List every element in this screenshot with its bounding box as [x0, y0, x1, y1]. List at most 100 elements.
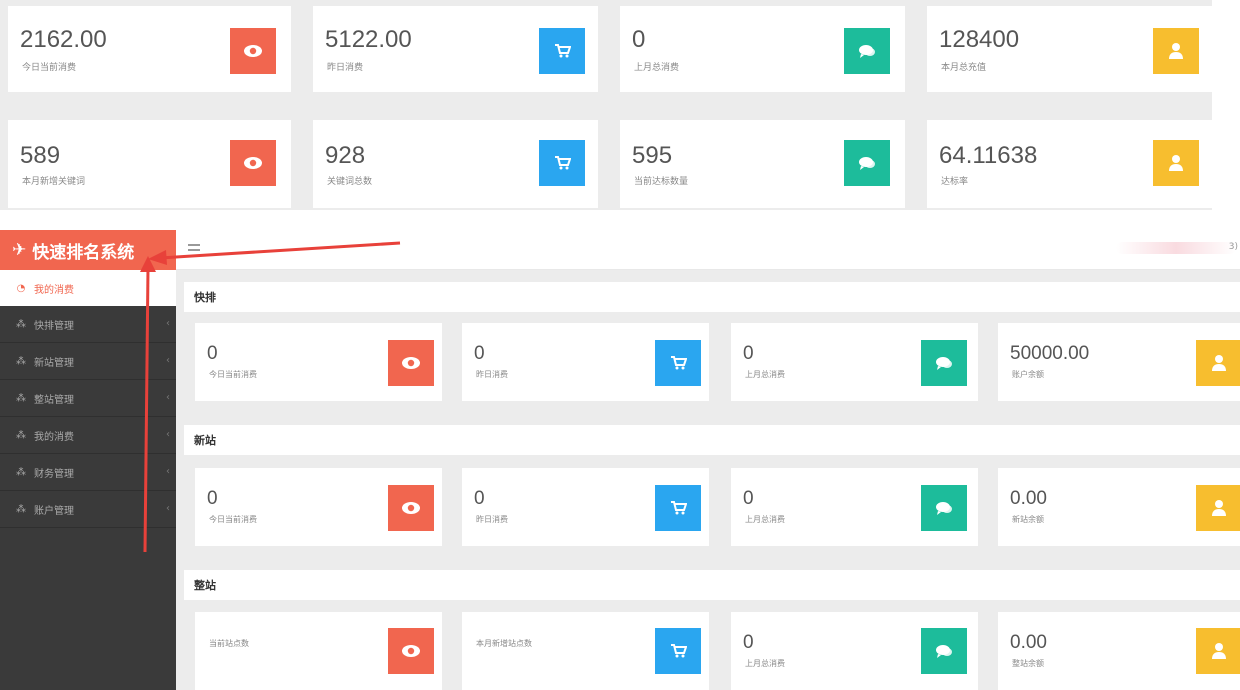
stat-card: 0 昨日消费 [462, 323, 709, 401]
stat-label: 本月新增站点数 [476, 639, 532, 648]
stat-value: 0 [207, 343, 218, 364]
chat-icon [921, 485, 967, 531]
eye-icon [388, 485, 434, 531]
stat-card: 当前站点数 [195, 612, 442, 690]
menu-toggle-icon[interactable] [188, 244, 200, 254]
stat-label: 昨日消费 [476, 370, 508, 379]
stat-label: 新站余额 [1012, 515, 1044, 524]
summary-panel: 2162.00 今日当前消费 5122.00 昨日消费 0 上月总消费 1284… [0, 0, 1212, 210]
stat-label: 上月总消费 [634, 63, 680, 73]
chat-icon [844, 28, 890, 74]
sidebar-item-label: 快排管理 [34, 320, 74, 332]
chevron-left-icon: ‹ [166, 466, 170, 477]
user-icon [1196, 628, 1240, 674]
stat-card: 0 昨日消费 [462, 468, 709, 546]
stat-card: 0 今日当前消费 [195, 468, 442, 546]
stat-label: 上月总消费 [745, 659, 785, 668]
stat-card-month-recharge: 128400 本月总充值 [927, 6, 1212, 92]
sidebar-item-label: 我的消费 [34, 284, 74, 296]
stat-label: 账户余额 [1012, 370, 1044, 379]
chevron-left-icon: ‹ [166, 318, 170, 329]
stat-label: 本月总充值 [941, 63, 987, 73]
stat-card: 0.00 新站余额 [998, 468, 1240, 546]
stat-value: 0 [207, 488, 218, 509]
stat-value: 0 [632, 26, 646, 53]
chevron-left-icon: ‹ [166, 355, 170, 366]
chat-icon [921, 340, 967, 386]
user-info-tail: 3) [1228, 242, 1238, 252]
user-icon [1153, 28, 1199, 74]
stat-card-qualified-count: 595 当前达标数量 [620, 120, 905, 208]
stat-card: 0 今日当前消费 [195, 323, 442, 401]
cart-icon [655, 485, 701, 531]
sidebar-item-label: 整站管理 [34, 394, 74, 406]
section-title-whole-site: 整站 [184, 570, 1240, 600]
dashboard-icon: ◔ [16, 282, 26, 294]
chevron-left-icon: ‹ [166, 503, 170, 514]
stat-value: 928 [325, 142, 366, 169]
stat-card-last-month-consumption: 0 上月总消费 [620, 6, 905, 92]
eye-icon [230, 140, 276, 186]
stat-label: 昨日消费 [327, 63, 364, 73]
sidebar-item-my-consumption[interactable]: ⁂ 我的消费 ‹ [0, 417, 176, 454]
stat-value: 0 [474, 343, 485, 364]
sidebar-item-new-site[interactable]: ⁂ 新站管理 ‹ [0, 343, 176, 380]
main-content: 快排 0 今日当前消费 0 昨日消费 0 上月总消费 50000.00 账户余额… [176, 270, 1240, 690]
sidebar-item-label: 财务管理 [34, 468, 74, 480]
stat-value: 0 [743, 632, 754, 653]
sidebar-item-quick-rank[interactable]: ⁂ 快排管理 ‹ [0, 306, 176, 343]
brand-title: 快速排名系统 [32, 242, 135, 263]
stat-value: 589 [20, 142, 61, 169]
stat-value: 128400 [939, 26, 1020, 53]
stat-card: 0.00 整站余额 [998, 612, 1240, 690]
stat-card-new-keywords: 589 本月新增关键词 [8, 120, 291, 208]
stat-value: 0.00 [1010, 488, 1047, 509]
sidebar-item-account[interactable]: ⁂ 账户管理 ‹ [0, 491, 176, 528]
sitemap-icon: ⁂ [16, 318, 26, 330]
stat-value: 50000.00 [1010, 343, 1090, 364]
eye-icon [230, 28, 276, 74]
stat-card: 0 上月总消费 [731, 468, 978, 546]
stat-label: 上月总消费 [745, 515, 785, 524]
stat-label: 整站余额 [1012, 659, 1044, 668]
sitemap-icon: ⁂ [16, 392, 26, 404]
eye-icon [388, 628, 434, 674]
cart-icon [655, 340, 701, 386]
sidebar-item-finance[interactable]: ⁂ 财务管理 ‹ [0, 454, 176, 491]
stat-value: 0 [743, 343, 754, 364]
chat-icon [844, 140, 890, 186]
stat-card: 50000.00 账户余额 [998, 323, 1240, 401]
stat-label: 今日当前消费 [209, 515, 257, 524]
stat-card-today-consumption: 2162.00 今日当前消费 [8, 6, 291, 92]
section-title-quick-rank: 快排 [184, 282, 1240, 312]
sidebar-item-label: 账户管理 [34, 505, 74, 517]
user-icon [1196, 485, 1240, 531]
redacted-user-info [1116, 242, 1236, 254]
sidebar-item-whole-site[interactable]: ⁂ 整站管理 ‹ [0, 380, 176, 417]
stat-card: 0 上月总消费 [731, 612, 978, 690]
brand-logo[interactable]: ✈ 快速排名系统 [0, 230, 176, 270]
stat-label: 当前达标数量 [634, 177, 689, 187]
sitemap-icon: ⁂ [16, 466, 26, 478]
sitemap-icon: ⁂ [16, 429, 26, 441]
sidebar-item-label: 新站管理 [34, 357, 74, 369]
stat-label: 当前站点数 [209, 639, 249, 648]
stat-label: 昨日消费 [476, 515, 508, 524]
user-icon [1153, 140, 1199, 186]
stat-card-qualified-rate: 64.11638 达标率 [927, 120, 1212, 208]
chevron-left-icon: ‹ [166, 429, 170, 440]
sitemap-icon: ⁂ [16, 503, 26, 515]
sidebar: ◔ 我的消费 ⁂ 快排管理 ‹ ⁂ 新站管理 ‹ ⁂ 整站管理 ‹ ⁂ 我的消费… [0, 270, 176, 690]
stat-card: 0 上月总消费 [731, 323, 978, 401]
top-navbar: 3) [176, 230, 1240, 270]
eye-icon [388, 340, 434, 386]
stat-label: 达标率 [941, 177, 969, 187]
cart-icon [539, 140, 585, 186]
sitemap-icon: ⁂ [16, 355, 26, 367]
stat-label: 上月总消费 [745, 370, 785, 379]
stat-card-keyword-total: 928 关键词总数 [313, 120, 598, 208]
stat-value: 0.00 [1010, 632, 1047, 653]
stat-label: 今日当前消费 [22, 63, 77, 73]
stat-value: 0 [743, 488, 754, 509]
sidebar-item-my-consumption-active[interactable]: ◔ 我的消费 [0, 270, 176, 306]
